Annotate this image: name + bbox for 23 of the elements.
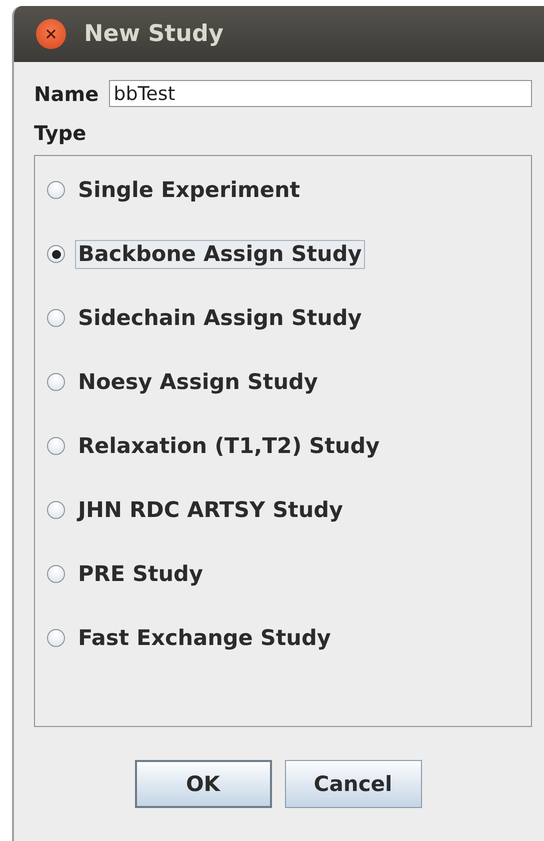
radio-button[interactable] [47,309,65,327]
option-label[interactable]: Backbone Assign Study [75,240,365,268]
type-label: Type [34,121,88,145]
radio-button[interactable] [47,181,65,199]
radio-button[interactable] [47,373,65,391]
option-label[interactable]: JHN RDC ARTSY Study [75,496,346,524]
radio-button[interactable] [47,245,65,263]
option-label[interactable]: Single Experiment [75,176,304,204]
radio-button[interactable] [47,501,65,519]
option-label[interactable]: Relaxation (T1,T2) Study [75,432,383,460]
ok-button[interactable]: OK [134,760,272,808]
option-label[interactable]: Fast Exchange Study [75,624,334,652]
name-label: Name [34,82,99,106]
close-icon[interactable] [36,19,66,49]
option-label[interactable]: Noesy Assign Study [75,368,321,396]
radio-button[interactable] [47,629,65,647]
radio-button[interactable] [47,437,65,455]
cancel-button[interactable]: Cancel [284,760,422,808]
window-title: New Study [84,21,224,47]
option-label[interactable]: PRE Study [75,560,206,588]
name-field[interactable]: bbTest [108,80,532,107]
option-label[interactable]: Sidechain Assign Study [75,304,365,332]
radio-button[interactable] [47,565,65,583]
